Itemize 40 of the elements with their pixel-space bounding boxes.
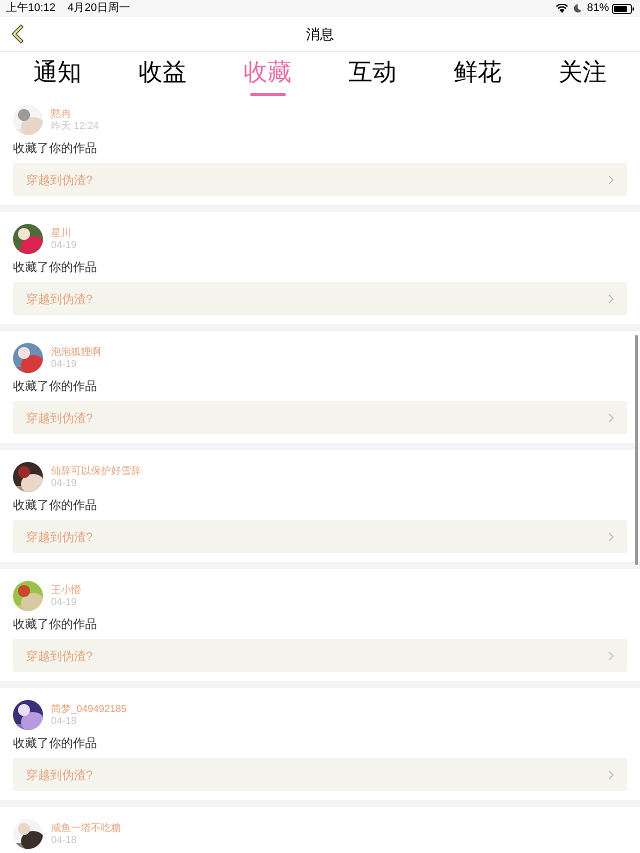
chevron-right-icon: [608, 650, 614, 660]
work-link-card[interactable]: 穿越到伪渣?: [13, 520, 627, 553]
activity-text: 收藏了你的作品: [13, 379, 98, 393]
user-name[interactable]: 简梦_049492185: [51, 702, 127, 716]
back-arrow-icon: [10, 24, 24, 44]
user-name[interactable]: 泡泡狐狸啊: [51, 346, 101, 358]
activity-text: 收藏了你的作品: [13, 498, 98, 512]
activity-text: 收藏了你的作品: [13, 617, 98, 631]
work-link-card[interactable]: 穿越到伪渣?: [13, 282, 627, 315]
wifi-icon: [556, 4, 568, 13]
activity-text: 收藏了你的作品: [13, 141, 98, 155]
tab[interactable]: 鲜花: [425, 52, 530, 88]
chevron-right-icon: [608, 532, 614, 542]
status-date: 4月20日周一: [68, 1, 130, 16]
work-link-card[interactable]: 穿越到伪渣?: [13, 163, 627, 196]
tab-underline: [250, 93, 286, 96]
user-name[interactable]: 仙辞可以保护好雪辞: [51, 464, 141, 478]
user-name[interactable]: 黙冉: [51, 108, 99, 120]
work-link-card[interactable]: 穿越到伪渣?: [13, 758, 627, 791]
activity-text: 收藏了你的作品: [13, 736, 98, 750]
tab[interactable]: 互动: [320, 52, 425, 88]
status-time: 上午10:12: [6, 1, 56, 16]
page-title: 消息: [306, 24, 334, 44]
chevron-right-icon: [608, 412, 614, 422]
battery-percent: 81%: [586, 1, 609, 16]
chevron-right-icon: [608, 294, 614, 304]
chevron-right-icon: [608, 770, 614, 780]
chevron-right-icon: [608, 174, 614, 184]
activity-text: 收藏了你的作品: [13, 260, 98, 274]
user-name[interactable]: 星川: [51, 226, 77, 240]
work-link-card[interactable]: 穿越到伪渣?: [13, 401, 627, 434]
work-link-card[interactable]: 穿越到伪渣?: [13, 639, 627, 672]
user-name[interactable]: 王小懵: [51, 584, 81, 596]
user-name[interactable]: 咸鱼一塔不吃糖: [51, 822, 121, 834]
moon-icon: [572, 4, 582, 13]
tab[interactable]: 通知: [5, 52, 110, 88]
tab[interactable]: 关注: [530, 52, 635, 88]
battery-icon: [612, 4, 634, 14]
tab[interactable]: 收藏: [215, 52, 320, 96]
tab[interactable]: 收益: [110, 52, 215, 88]
